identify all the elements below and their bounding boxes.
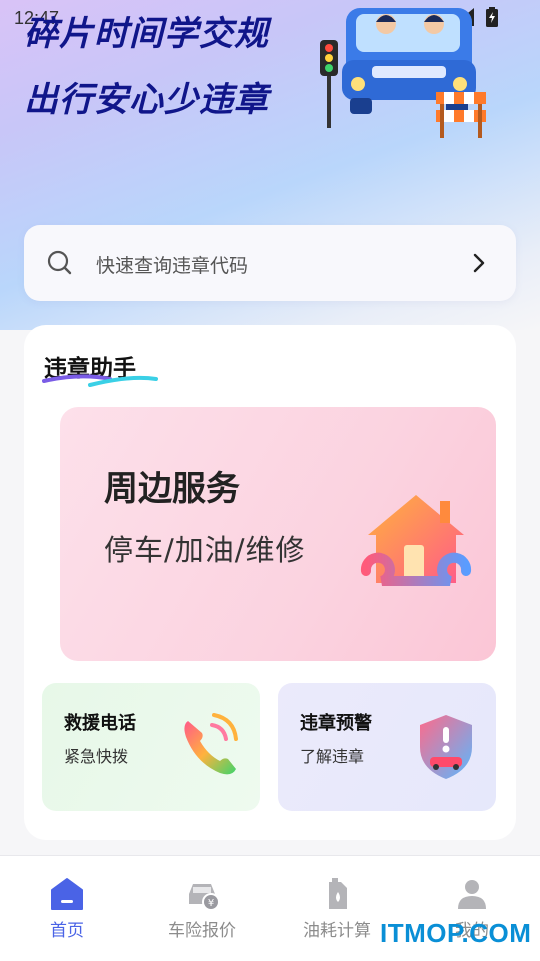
shield-car-icon [420,715,472,779]
search-bar[interactable]: 快速查询违章代码 [24,225,516,301]
service-card-subtitle: 停车/加油/维修 [104,533,306,567]
fuel-icon [329,878,347,909]
warning-card-subtitle: 了解违章 [300,747,365,766]
tab-fuel[interactable]: 油耗计算 [277,876,397,941]
slogan-line-1: 碎片时间学交规 [24,14,269,54]
house-wrench-icon [360,495,472,586]
rescue-card-title: 救援电话 [64,713,136,734]
tab-car-insurance-label: 车险报价 [168,921,236,941]
service-card-title: 周边服务 [104,469,240,509]
warning-card-title: 违章预警 [300,713,372,734]
search-placeholder: 快速查询违章代码 [96,255,249,277]
violation-warning-card[interactable]: 违章预警 了解违章 [278,683,496,811]
profile-icon [458,880,486,909]
violation-assistant-panel: 违章助手 周边服务 停车/加油/维修 救援电话 紧急快拨 违章预警 了解违章 [24,325,516,840]
slogan-line-2: 出行安心少违章 [24,80,269,120]
rescue-phone-card[interactable]: 救援电话 紧急快拨 [42,683,260,811]
nearby-services-card[interactable]: 周边服务 停车/加油/维修 [60,407,496,661]
phone-icon [184,713,238,775]
site-watermark: ITMOP.COM [380,918,532,948]
car-insurance-icon: ¥ [189,884,220,911]
chevron-right-icon [473,253,485,273]
search-icon [47,250,72,275]
car-illustration-icon [320,8,486,138]
home-icon [51,878,83,910]
svg-text:¥: ¥ [208,898,214,909]
tab-home[interactable]: 首页 [7,876,127,941]
tab-car-insurance[interactable]: ¥ 车险报价 [142,876,262,941]
title-underline-decoration [42,374,158,387]
tab-home-label: 首页 [50,921,84,941]
rescue-card-subtitle: 紧急快拨 [64,747,129,766]
tab-fuel-label: 油耗计算 [303,921,371,941]
